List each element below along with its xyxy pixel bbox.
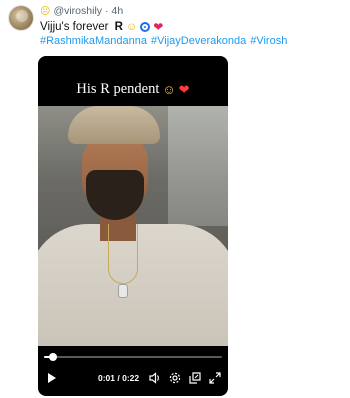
video-caption: His R pendent ☺ ❤	[38, 81, 228, 98]
post-age[interactable]: 4h	[112, 5, 124, 17]
pendant-chain	[108, 224, 138, 284]
play-icon[interactable]	[48, 373, 56, 383]
person-cap	[68, 106, 160, 144]
post-text-prefix: Vijju's forever	[40, 21, 112, 33]
hashtag-link[interactable]: #RashmikaMandanna	[40, 35, 147, 47]
username[interactable]: @viroshily	[53, 5, 102, 17]
hashtag-link[interactable]: #VijayDeverakonda	[151, 35, 246, 47]
video-player[interactable]: His R pendent ☺ ❤ 0:01 / 0:22	[38, 56, 228, 396]
nazar-amulet-emoji-icon	[140, 22, 151, 32]
picture-in-picture-icon[interactable]	[188, 371, 202, 385]
volume-icon[interactable]	[148, 371, 162, 385]
hashtag-list: #RashmikaMandanna #VijayDeverakonda #Vir…	[40, 35, 287, 47]
smiling-tear-emoji-icon: ☺	[125, 21, 138, 33]
hashtag-link[interactable]: #Virosh	[250, 35, 287, 47]
video-progress-bar[interactable]	[44, 353, 222, 361]
red-heart-emoji-icon: ❤	[178, 81, 190, 97]
post-text-bold: R	[114, 21, 123, 33]
fullscreen-icon[interactable]	[208, 371, 222, 385]
separator: ·	[105, 5, 109, 17]
video-time: 0:01 / 0:22	[98, 373, 140, 383]
video-progress-handle[interactable]	[48, 353, 57, 361]
post-header: 😐 @viroshily · 4h	[40, 5, 123, 17]
post-text: Vijju's forever R ☺ ❤	[40, 20, 163, 34]
smiling-tear-emoji-icon: ☺	[162, 81, 176, 97]
video-frame[interactable]	[38, 106, 228, 346]
red-heart-emoji-icon: ❤	[153, 20, 164, 34]
neutral-face-emoji-icon: 😐	[40, 5, 51, 17]
settings-icon[interactable]	[168, 371, 182, 385]
r-pendant	[118, 284, 128, 298]
video-caption-text: His R pendent	[76, 81, 160, 97]
background-lights	[168, 106, 228, 226]
user-avatar[interactable]	[8, 5, 34, 31]
video-controls: 0:01 / 0:22	[38, 368, 228, 388]
